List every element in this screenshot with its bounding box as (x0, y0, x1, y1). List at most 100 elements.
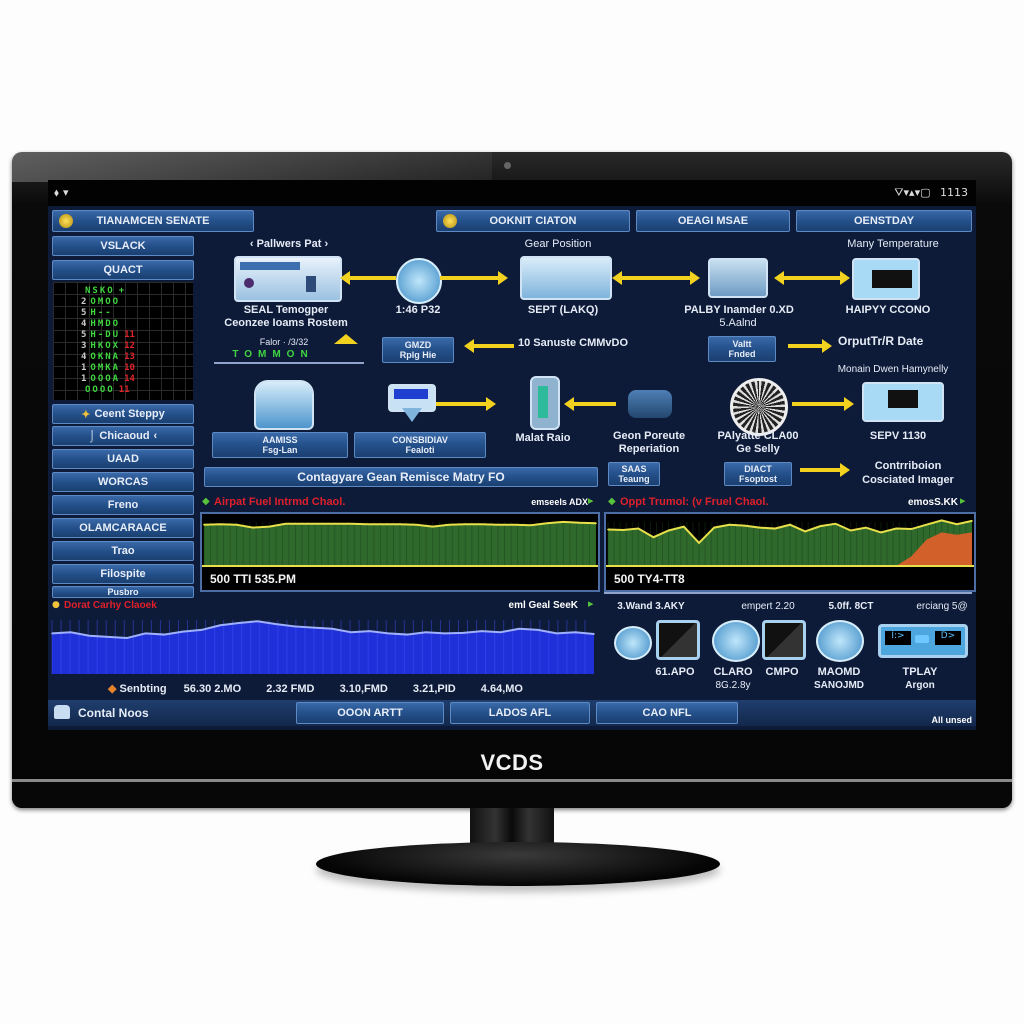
arrow-bidirectional-icon (774, 271, 850, 285)
arrow-bidirectional-icon (612, 271, 700, 285)
home-icon[interactable] (54, 705, 70, 719)
data-point (235, 523, 238, 526)
data-point (804, 530, 806, 533)
sidebar-item-pusbro[interactable]: Pusbro (52, 586, 194, 598)
gauge-sublabel: 8G.2.8y (715, 680, 751, 691)
sidebar-item-ceent-steppy[interactable]: ✦ Ceent Steppy (52, 404, 194, 424)
sensor-gauge-icon[interactable] (816, 620, 864, 662)
data-matrix: NSKO + 2 OMOO 5 H-- 4 HMDO 5 H-DU 11 3 HKOX 12 4… (53, 282, 193, 400)
status-icons: ⛛▾▴▾▢ (894, 186, 931, 199)
contribution-subtext: Cosciated Imager (862, 474, 954, 486)
gauge-node-icon[interactable] (396, 258, 442, 304)
bottom-button-3[interactable]: CAO NFL (596, 702, 738, 724)
sensor-module-icon[interactable] (708, 258, 768, 298)
chart2-footer: 500 TY4-TT8 (614, 572, 685, 586)
gauge-label: CMPO (765, 666, 799, 678)
sidebar-item-trao[interactable]: Trao (52, 541, 194, 561)
xlabel: 3.21,PID (412, 683, 456, 695)
data-point (895, 527, 897, 530)
chevron-right-icon: › (321, 238, 329, 250)
bottom-left-label[interactable]: Contal Noos (78, 706, 149, 720)
sidebar-item-olamcaraace[interactable]: OLAMCARAACE (52, 518, 194, 538)
data-point (513, 523, 516, 526)
data-point (789, 523, 791, 526)
monitor-tile-icon[interactable] (762, 620, 806, 660)
matrix-row: 4 OKNA 13 (81, 352, 135, 362)
monitor-tile-icon[interactable] (656, 620, 700, 660)
tab-1[interactable]: OOKNIT CIATON (436, 210, 630, 232)
sidebar-item-freno[interactable]: Freno (52, 495, 194, 515)
chart2-next-icon[interactable]: ▸ (960, 494, 966, 507)
data-point (562, 521, 565, 523)
sensor-gauge-icon[interactable] (712, 620, 760, 662)
data-point (819, 525, 822, 527)
diagnostic-display-icon[interactable] (862, 382, 944, 422)
ecu-module-icon[interactable] (234, 256, 342, 302)
data-point (940, 519, 943, 522)
matrix-row: 5 H-- (81, 308, 113, 318)
chart1-next-icon[interactable]: ▸ (588, 494, 594, 507)
transmission-unit-icon[interactable] (520, 256, 612, 300)
sidebar-item-worcas[interactable]: WORCAS (52, 472, 194, 492)
sidebar-item-uaad[interactable]: UAAD (52, 449, 194, 469)
node-subtitle: 5.Aalnd (719, 317, 757, 329)
temperature-display-icon[interactable] (852, 258, 920, 300)
data-point (312, 626, 315, 629)
valtt-button[interactable]: Valtt Fnded (708, 336, 776, 362)
data-point (537, 629, 539, 631)
gear-badge-icon (59, 214, 73, 228)
data-point (774, 527, 776, 530)
data-point (125, 637, 128, 639)
node-title: Geon Poreute (612, 430, 686, 442)
tab-3[interactable]: OENSTDAY (796, 210, 972, 232)
diact-button[interactable]: DIACT Fsoptost (724, 462, 792, 486)
diagram-nav[interactable]: ‹ Pallwers Pat › (224, 238, 354, 251)
status-left-icons: ⬧▾ (54, 186, 73, 199)
consbidiav-button[interactable]: CONSBIDIAV Fealoti (354, 432, 486, 458)
data-point (849, 529, 852, 532)
data-point (555, 632, 558, 635)
sensor-gauge-icon[interactable] (614, 626, 652, 660)
sidebar-item-quact[interactable]: QUACT (52, 260, 194, 280)
node-title: SEAL Temogper (243, 304, 329, 316)
saas-button[interactable]: SAAS Teaung (608, 462, 660, 486)
chart2-expand-icon[interactable]: ◆ (608, 496, 616, 507)
wheel-icon[interactable] (730, 378, 788, 436)
handheld-scanner-icon[interactable] (530, 376, 560, 430)
matrix-row: OOOO 11 (85, 385, 130, 395)
aamiss-button[interactable]: AAMISS Fsg-Lan (212, 432, 348, 458)
data-point (529, 524, 532, 526)
bottom-right-label: All unsed (931, 715, 972, 725)
chart3-expand-icon[interactable]: ● (52, 600, 60, 610)
gmzd-button[interactable]: GMZD Rplg Hie (382, 337, 454, 363)
data-point (443, 632, 446, 635)
sidebar-item-vslack[interactable]: VSLACK (52, 236, 194, 256)
data-point (219, 624, 222, 627)
arrow-right-icon (440, 271, 508, 285)
xlabel: 4.64,MO (480, 683, 523, 695)
chart1-expand-icon[interactable]: ◆ (202, 496, 210, 507)
data-point (350, 631, 352, 634)
node-title: SEPV 1130 (869, 430, 927, 442)
tab-2[interactable]: OEAGI MSAE (636, 210, 790, 232)
summary-button[interactable]: Contagyare Gean Remisce Matry FO (204, 467, 598, 487)
data-point (480, 523, 483, 526)
data-point (200, 629, 203, 631)
main-menu-button[interactable]: TIANAMCEN SENATE (52, 210, 254, 232)
data-point (203, 523, 205, 526)
sidebar-item-filospite[interactable]: Filospite (52, 564, 194, 584)
injector-module-icon[interactable] (254, 380, 314, 430)
chart3-next-icon[interactable]: ▸ (588, 597, 594, 610)
data-point (424, 631, 427, 634)
dual-display-icon[interactable]: I:> D> (878, 624, 968, 658)
bottom-button-2[interactable]: LADOS AFL (450, 702, 590, 724)
camera-icon[interactable] (628, 390, 672, 418)
node-subtitle: Ge Selly (736, 443, 780, 455)
clock: 1113 (940, 186, 968, 199)
data-point (546, 522, 548, 525)
data-point (683, 525, 685, 528)
bottom-button-1[interactable]: OOON ARTT (296, 702, 444, 724)
sidebar-item-chicaoud[interactable]: ⌡ Chicaoud ‹ (52, 426, 194, 446)
xlabel: 3.10,FMD (339, 683, 388, 695)
data-point (238, 622, 240, 624)
